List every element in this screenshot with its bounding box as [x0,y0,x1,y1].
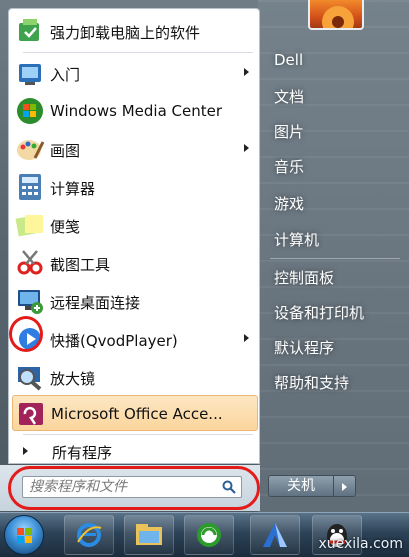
right-item-documents[interactable]: 文档 [268,81,400,111]
access-icon [15,398,47,430]
divider [23,52,253,53]
program-item-snipping-tool[interactable]: 截图工具 [12,245,258,281]
program-label: 远程桌面连接 [50,294,141,312]
shutdown-button[interactable]: 关机 [268,475,334,497]
user-picture[interactable] [308,0,364,30]
program-item-qvod-player[interactable]: 快播(QvodPlayer) [12,321,258,357]
right-item-label: 设备和打印机 [274,304,365,322]
program-label: 画图 [50,142,81,160]
windows-explorer-icon [136,524,162,545]
taskbar-ie-button[interactable] [64,515,114,555]
remote-desktop-icon [14,285,46,317]
uninstall-icon [14,15,46,47]
submenu-arrow-icon [244,334,249,342]
program-label: 入门 [50,66,81,84]
program-label: Windows Media Center [50,102,223,120]
right-item-music[interactable]: 音乐 [268,151,400,181]
program-label: Microsoft Office Acce... [51,405,223,423]
taskbar-app-button[interactable] [250,515,300,555]
paint-icon [14,133,46,165]
expand-arrow-icon [23,447,28,455]
sticky-notes-icon [14,209,46,241]
right-item-label: 控制面板 [274,269,335,287]
search-area [0,465,260,511]
right-item-label: Dell [274,51,304,69]
magnifier-icon [14,361,46,393]
program-item-paint[interactable]: 画图 [12,131,258,167]
flower-icon [322,6,354,28]
right-item-computer[interactable]: 计算机 [268,224,400,254]
program-label: 放大镜 [50,370,96,388]
divider [270,258,400,259]
right-item-label: 文档 [274,88,305,106]
submenu-arrow-icon [244,144,249,152]
program-item-remote-desktop[interactable]: 远程桌面连接 [12,283,258,319]
programs-panel: 强力卸载电脑上的软件 入门 Windows Media Center 画图 计算… [8,8,260,464]
watermark: xuexila.com [318,536,403,552]
taskbar-media-button[interactable] [184,515,234,555]
right-item-control-panel[interactable]: 控制面板 [268,262,400,292]
right-item-label: 默认程序 [274,339,335,357]
program-label: 截图工具 [50,256,111,274]
program-label: 强力卸载电脑上的软件 [50,24,201,42]
shutdown-options-button[interactable] [334,475,356,497]
qvod-player-icon [14,323,46,355]
program-label: 计算器 [50,180,96,198]
right-item-pictures[interactable]: 图片 [268,116,400,146]
program-item-uninstaller[interactable]: 强力卸载电脑上的软件 [12,13,258,49]
right-item-label: 音乐 [274,158,305,176]
media-center-icon [14,95,46,127]
internet-explorer-icon [77,523,102,547]
program-item-magnifier[interactable]: 放大镜 [12,359,258,395]
divider [23,434,253,435]
vnc-app-icon [263,523,287,547]
all-programs-button[interactable]: 所有程序 [12,439,258,463]
program-label: 便笺 [50,218,81,236]
program-item-getting-started[interactable]: 入门 [12,55,258,91]
right-item-dell[interactable]: Dell [268,46,400,76]
right-item-devices-printers[interactable]: 设备和打印机 [268,297,400,327]
program-item-sticky-notes[interactable]: 便笺 [12,207,258,243]
program-item-media-center[interactable]: Windows Media Center [12,93,258,129]
taskbar-explorer-button[interactable] [124,515,174,555]
right-item-default-programs[interactable]: 默认程序 [268,332,400,362]
calculator-icon [14,171,46,203]
submenu-arrow-icon [244,68,249,76]
all-programs-label: 所有程序 [52,444,113,462]
windows-logo-icon [17,528,32,543]
program-label: 快播(QvodPlayer) [50,332,178,350]
media-player-icon [197,523,221,547]
program-item-office-access[interactable]: Microsoft Office Acce... [12,395,258,431]
getting-started-icon [14,57,46,89]
desktop-background [258,0,409,512]
program-item-calculator[interactable]: 计算器 [12,169,258,205]
search-box[interactable] [22,476,242,498]
right-item-label: 图片 [274,123,305,141]
start-orb-button[interactable] [4,515,44,555]
right-item-help-support[interactable]: 帮助和支持 [268,367,400,397]
right-item-label: 计算机 [274,231,320,249]
snipping-tool-icon [14,247,46,279]
search-input[interactable] [29,478,215,496]
right-item-label: 游戏 [274,195,305,213]
right-item-games[interactable]: 游戏 [268,188,400,218]
right-item-label: 帮助和支持 [274,374,350,392]
search-icon[interactable] [221,479,237,495]
